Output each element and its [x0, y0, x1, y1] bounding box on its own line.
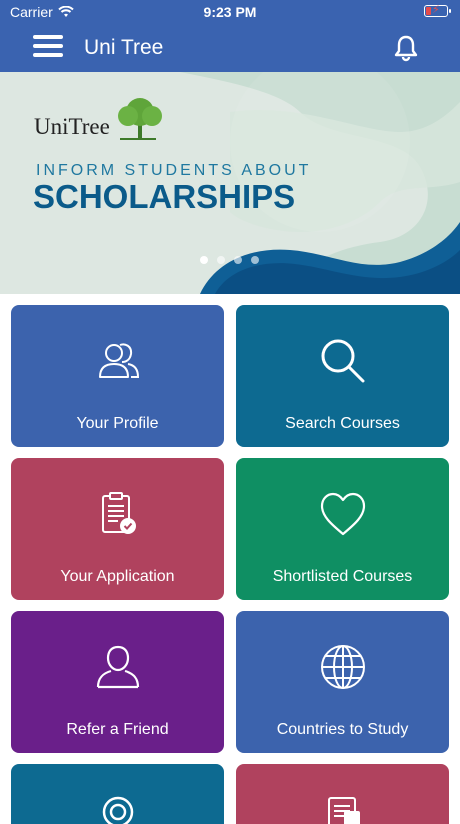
tile-label: Countries to Study: [276, 721, 409, 738]
status-bar: Carrier 9:23 PM ⚡: [0, 0, 460, 24]
heart-icon: [320, 492, 365, 536]
carousel-dot[interactable]: [251, 256, 259, 264]
carousel-dots: [200, 256, 259, 264]
location-icon: [102, 796, 133, 824]
carousel-dot[interactable]: [217, 256, 225, 264]
tile-refer-a-friend[interactable]: Refer a Friend: [11, 611, 224, 753]
tile-your-profile[interactable]: Your Profile: [11, 305, 224, 447]
tile-label: Search Courses: [285, 415, 400, 432]
tile-your-application[interactable]: Your Application: [11, 458, 224, 600]
battery-icon: ⚡: [424, 4, 451, 17]
menu-icon[interactable]: [33, 35, 63, 61]
tile-label: Shortlisted Courses: [272, 568, 413, 585]
user-icon: [96, 645, 139, 689]
tile-shortlisted-courses[interactable]: Shortlisted Courses: [236, 458, 449, 600]
banner-headline: SCHOLARSHIPS: [33, 178, 296, 215]
users-icon: [98, 343, 139, 378]
clock: 9:23 PM: [203, 4, 257, 20]
tile-location[interactable]: [11, 764, 224, 824]
app-title: Uni Tree: [84, 36, 164, 59]
tile-documents[interactable]: [236, 764, 449, 824]
tile-countries-to-study[interactable]: Countries to Study: [236, 611, 449, 753]
tile-label: Refer a Friend: [66, 721, 169, 738]
promo-banner[interactable]: UniTree INFORM STUDENTS ABOUT SCHOLARSHI…: [0, 72, 460, 294]
globe-icon: [320, 645, 365, 689]
tile-search-courses[interactable]: Search Courses: [236, 305, 449, 447]
tile-label: Your Application: [60, 568, 175, 585]
carousel-dot[interactable]: [200, 256, 208, 264]
document-icon: [327, 797, 360, 824]
banner-brand: UniTree: [34, 114, 110, 139]
carousel-dot[interactable]: [234, 256, 242, 264]
tile-label: Your Profile: [76, 415, 159, 432]
bell-icon[interactable]: [392, 34, 420, 62]
clipboard-icon: [101, 492, 136, 534]
search-icon: [321, 339, 364, 383]
app-bar: Uni Tree: [0, 24, 460, 72]
